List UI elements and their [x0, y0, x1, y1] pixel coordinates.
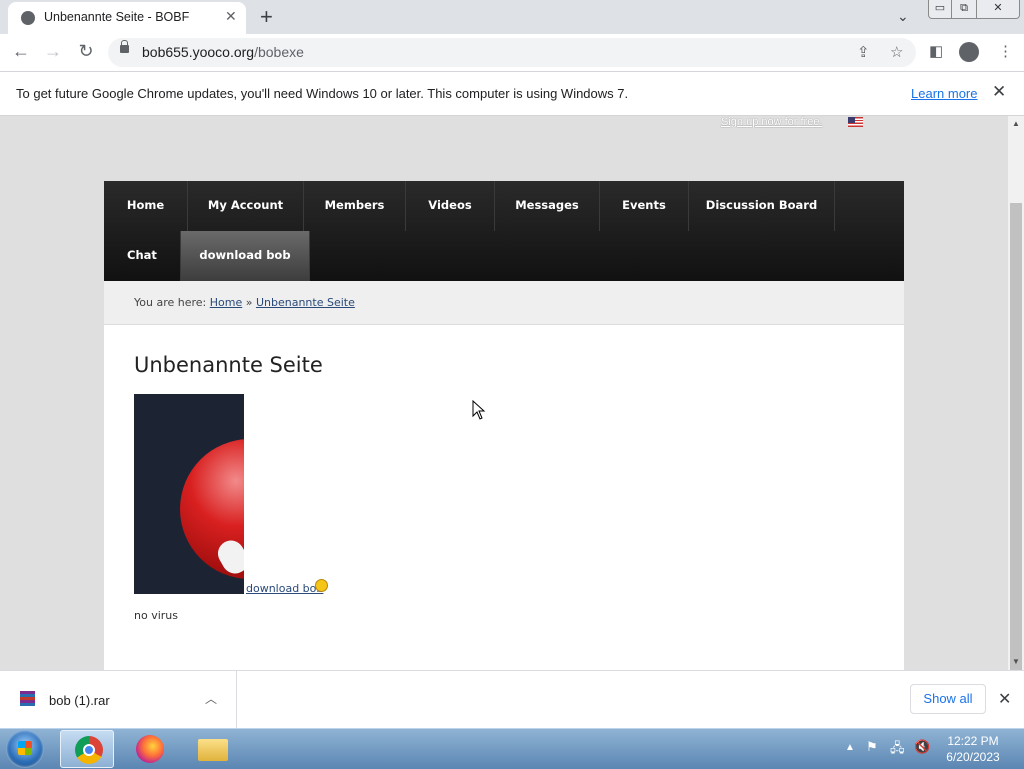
- start-button[interactable]: [6, 730, 44, 768]
- taskbar-chrome[interactable]: [60, 730, 114, 768]
- windows-logo-icon: [18, 741, 32, 755]
- windows-taskbar: ▲ ⚑ 🖧 🔇 12:22 PM 6/20/2023: [0, 728, 1024, 769]
- breadcrumb: You are here: Home » Unbenannte Seite: [104, 281, 904, 325]
- update-infobar: To get future Google Chrome updates, you…: [0, 72, 1024, 116]
- bob-image[interactable]: [134, 394, 244, 594]
- volume-muted-icon[interactable]: 🔇: [914, 739, 930, 755]
- download-file-name: bob (1).rar: [49, 693, 110, 708]
- show-all-button[interactable]: Show all: [910, 684, 986, 714]
- menu-kebab-icon[interactable]: ⋮: [998, 42, 1013, 60]
- scroll-down-arrow-icon[interactable]: ▼: [1012, 657, 1020, 666]
- download-shelf: bob (1).rar ︿ Show all ✕: [0, 670, 1024, 729]
- main-nav: Home My Account Members Videos Messages …: [104, 181, 904, 281]
- infobar-message: To get future Google Chrome updates, you…: [16, 86, 629, 101]
- scrollbar-thumb[interactable]: [1010, 203, 1022, 705]
- bookmark-star-icon[interactable]: ☆: [890, 43, 903, 61]
- nav-my-account[interactable]: My Account: [188, 181, 304, 231]
- breadcrumb-text: You are here: Home » Unbenannte Seite: [134, 296, 355, 309]
- restore-button[interactable]: ⧉: [951, 0, 977, 19]
- signup-link[interactable]: Sign up now for free!: [721, 116, 823, 128]
- page-viewport: Sign up now for free! Home My Account Me…: [0, 116, 1008, 670]
- minimize-button[interactable]: ▭: [928, 0, 952, 19]
- smiley-icon: [315, 579, 328, 592]
- nav-discussion-board[interactable]: Discussion Board: [689, 181, 835, 231]
- tab-title: Unbenannte Seite - BOBF: [44, 10, 190, 24]
- tray-expand-icon[interactable]: ▲: [845, 742, 855, 753]
- network-icon[interactable]: 🖧: [890, 739, 905, 761]
- nav-members[interactable]: Members: [304, 181, 406, 231]
- page-scrollbar[interactable]: ▲ ▼: [1008, 116, 1024, 705]
- lock-icon: [120, 40, 129, 53]
- folder-icon: [198, 739, 228, 761]
- tab-close-icon[interactable]: ✕: [225, 8, 237, 25]
- chevron-up-icon[interactable]: ︿: [205, 690, 217, 707]
- globe-icon: [21, 11, 35, 25]
- us-flag-icon[interactable]: [848, 117, 863, 127]
- download-shelf-close-icon[interactable]: ✕: [998, 689, 1011, 709]
- firefox-icon: [136, 735, 164, 763]
- side-panel-icon[interactable]: ◧: [929, 42, 943, 60]
- profile-avatar-icon[interactable]: [959, 42, 979, 62]
- action-center-icon[interactable]: ⚑: [866, 739, 878, 755]
- taskbar-firefox[interactable]: [123, 730, 177, 768]
- rar-file-icon: [20, 691, 35, 706]
- nav-download-bob[interactable]: download bob: [181, 231, 310, 281]
- forward-arrow-icon[interactable]: →: [42, 41, 64, 62]
- scroll-up-arrow-icon[interactable]: ▲: [1012, 119, 1020, 128]
- nav-messages[interactable]: Messages: [495, 181, 600, 231]
- mouse-cursor-icon: [472, 400, 486, 420]
- nav-videos[interactable]: Videos: [406, 181, 495, 231]
- taskbar-explorer[interactable]: [186, 730, 240, 768]
- learn-more-link[interactable]: Learn more: [911, 86, 977, 101]
- system-clock[interactable]: 12:22 PM 6/20/2023: [940, 733, 1006, 765]
- share-icon[interactable]: ⇪: [857, 43, 870, 61]
- note-text: no virus: [134, 609, 178, 622]
- page-title: Unbenannte Seite: [134, 353, 323, 377]
- breadcrumb-current-link[interactable]: Unbenannte Seite: [256, 296, 355, 309]
- new-tab-button[interactable]: +: [260, 4, 273, 30]
- url-text: bob655.yooco.org/bobexe: [142, 44, 304, 60]
- nav-chat[interactable]: Chat: [104, 231, 181, 281]
- chrome-icon: [75, 736, 103, 764]
- infobar-close-icon[interactable]: ✕: [992, 82, 1006, 102]
- content-area: Unbenannte Seite download bob no virus: [104, 325, 904, 670]
- browser-toolbar: ← → ↻ bob655.yooco.org/bobexe ⇪ ☆ ◧ ⋮: [0, 34, 1024, 72]
- breadcrumb-home-link[interactable]: Home: [210, 296, 242, 309]
- nav-home[interactable]: Home: [104, 181, 188, 231]
- site-container: Sign up now for free! Home My Account Me…: [104, 116, 904, 670]
- nav-events[interactable]: Events: [600, 181, 689, 231]
- close-window-button[interactable]: ✕: [976, 0, 1020, 19]
- download-bob-link[interactable]: download bob: [246, 582, 323, 595]
- tab-active[interactable]: Unbenannte Seite - BOBF ✕: [8, 2, 246, 34]
- download-item[interactable]: bob (1).rar ︿: [0, 671, 237, 729]
- reload-icon[interactable]: ↻: [75, 41, 97, 62]
- tab-search-chevron-icon[interactable]: ⌄: [897, 8, 909, 25]
- tab-strip: Unbenannte Seite - BOBF ✕ + ⌄ ▭ ⧉ ✕: [0, 0, 1024, 34]
- address-bar[interactable]: bob655.yooco.org/bobexe ⇪ ☆: [108, 38, 916, 67]
- back-arrow-icon[interactable]: ←: [10, 41, 32, 62]
